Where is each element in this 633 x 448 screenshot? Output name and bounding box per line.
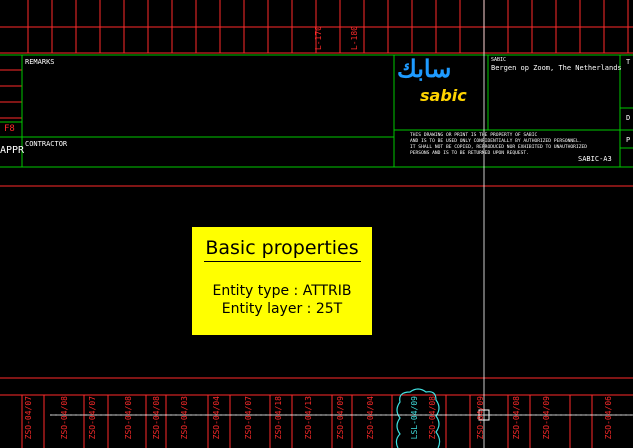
bottom-vertical-label: ZSO-04/07 xyxy=(244,396,253,440)
bottom-vertical-label: LSL-04/09 xyxy=(410,396,419,440)
bottom-vertical-label: ZSO-04/08 xyxy=(428,396,437,440)
bottom-vertical-label: ZSO-04/13 xyxy=(304,396,313,440)
bottom-vertical-label: ZSO-04/06 xyxy=(604,396,613,440)
appr-label: APPR xyxy=(0,145,25,156)
company-location: Bergen op Zoom, The Netherlands xyxy=(491,64,622,72)
entity-type-row: Entity type : ATTRIB xyxy=(192,282,372,300)
top-vertical-label: L-170 xyxy=(314,26,323,51)
left-revision-table xyxy=(0,69,22,119)
basic-properties-tooltip: Basic properties Entity type : ATTRIB En… xyxy=(192,227,372,335)
tooltip-title: Basic properties xyxy=(203,237,361,262)
remarks-label: REMARKS xyxy=(25,58,55,66)
bottom-vertical-label: ZSO-04/08 xyxy=(152,396,161,440)
bottom-vertical-label: ZSO-04/07 xyxy=(24,396,33,440)
bottom-vertical-label: ZSO-04/03 xyxy=(180,396,189,440)
bottom-vertical-label: ZSO-04/07 xyxy=(88,396,97,440)
company-code: SABIC xyxy=(491,57,507,63)
contractor-label: CONTRACTOR xyxy=(25,140,68,148)
top-vertical-label: L-180 xyxy=(350,26,359,51)
right-edge-label: D xyxy=(626,114,631,122)
bottom-vertical-label: ZSO-04/08 xyxy=(60,396,69,440)
bottom-vertical-label: ZSO-04/08 xyxy=(512,396,521,440)
entity-type-label: Entity type xyxy=(212,283,290,299)
entity-layer-value: : 25T xyxy=(306,301,343,317)
bottom-vertical-label: ZSO-04/04 xyxy=(366,396,375,440)
bottom-vertical-label: ZSO-04/08 xyxy=(124,396,133,440)
entity-layer-label: Entity layer xyxy=(221,301,303,317)
right-edge-label: T xyxy=(626,58,631,66)
entity-type-value: : ATTRIB xyxy=(293,283,352,299)
sabic-logo-latin: sabic xyxy=(420,86,467,105)
f8-label: F8 xyxy=(4,124,15,134)
bottom-vertical-label: ZSO-04/09 xyxy=(336,396,345,440)
bottom-vertical-label: ZSO-04/09 xyxy=(476,396,485,440)
sheet-format-label: SABIC-A3 xyxy=(578,155,612,163)
right-edge-label: P xyxy=(626,136,631,144)
bottom-vertical-label: ZSO-04/04 xyxy=(212,396,221,440)
bottom-vertical-label: ZSO-04/09 xyxy=(542,396,551,440)
bottom-vertical-label: ZSO-04/18 xyxy=(274,396,283,440)
sabic-logo-arabic: سابك xyxy=(397,54,452,83)
disclaimer-text: THIS DRAWING OR PRINT IS THE PROPERTY OF… xyxy=(410,133,610,157)
entity-layer-row: Entity layer : 25T xyxy=(192,300,372,318)
